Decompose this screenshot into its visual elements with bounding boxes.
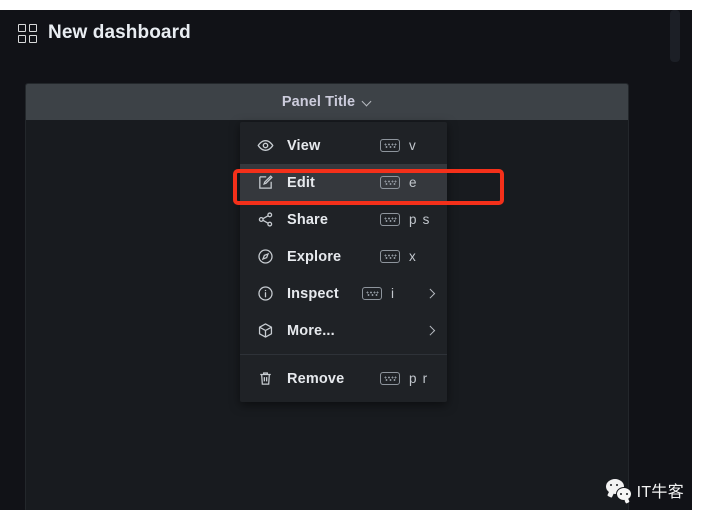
trash-icon [256,370,274,388]
menu-item-shortcut: p s [409,212,431,227]
chevron-right-icon [426,325,435,336]
dashboard-title: New dashboard [48,22,191,43]
watermark-text: IT牛客 [636,484,684,501]
grafana-app: New dashboard Panel Title View v Edit e … [0,10,692,510]
menu-item-label: View [287,137,321,154]
menu-item-shortcut: v [409,138,417,153]
panel-title: Panel Title [281,94,356,110]
pencil-square-icon [256,174,274,192]
menu-item-share[interactable]: Share p s [240,201,447,238]
dashboard-title-group: New dashboard [18,22,191,44]
keyboard-icon [380,250,400,263]
menu-item-shortcut: x [409,249,417,264]
cube-icon [256,322,274,340]
menu-item-shortcut-group: x [380,249,435,264]
menu-item-shortcut: e [409,175,418,190]
menu-item-shortcut-group: i [362,286,435,301]
keyboard-icon [380,139,400,152]
menu-item-shortcut-group: p r [380,371,435,386]
menu-divider [240,354,447,355]
menu-item-label: Share [287,211,329,228]
grid-4-squares-icon [18,23,37,43]
panel-context-menu: View v Edit e Share p s Explore x Inspec… [240,122,447,402]
menu-item-more[interactable]: More... [240,312,447,349]
share-nodes-icon [256,211,274,229]
keyboard-icon [380,176,400,189]
watermark: IT牛客 [605,478,684,502]
menu-item-shortcut: p r [409,371,429,386]
keyboard-icon [380,213,400,226]
menu-item-explore[interactable]: Explore x [240,238,447,275]
panel-title-menu-button[interactable]: Panel Title [278,92,376,112]
keyboard-icon [380,372,400,385]
scrollbar-thumb[interactable] [670,10,680,62]
menu-item-edit[interactable]: Edit e [240,164,447,201]
menu-item-label: Remove [287,370,345,387]
menu-item-label: Inspect [287,285,339,302]
menu-item-inspect[interactable]: Inspect i [240,275,447,312]
top-navbar: New dashboard [0,10,692,70]
chevron-down-icon [362,97,372,107]
keyboard-icon [362,287,382,300]
screenshot-root: New dashboard Panel Title View v Edit e … [0,0,702,521]
panel-header: Panel Title [26,84,628,120]
compass-icon [256,248,274,266]
menu-item-shortcut: i [391,286,396,301]
info-circle-icon [256,285,274,303]
menu-item-view[interactable]: View v [240,127,447,164]
menu-item-label: More... [287,322,335,339]
menu-item-label: Edit [287,174,315,191]
menu-item-shortcut-group: p s [380,212,435,227]
menu-item-shortcut-group [426,325,435,336]
eye-icon [256,137,274,155]
menu-item-label: Explore [287,248,342,265]
chevron-right-icon [426,288,435,299]
menu-item-shortcut-group: e [380,175,435,190]
menu-item-shortcut-group: v [380,138,435,153]
menu-item-remove[interactable]: Remove p r [240,360,447,397]
wechat-icon [605,479,632,501]
